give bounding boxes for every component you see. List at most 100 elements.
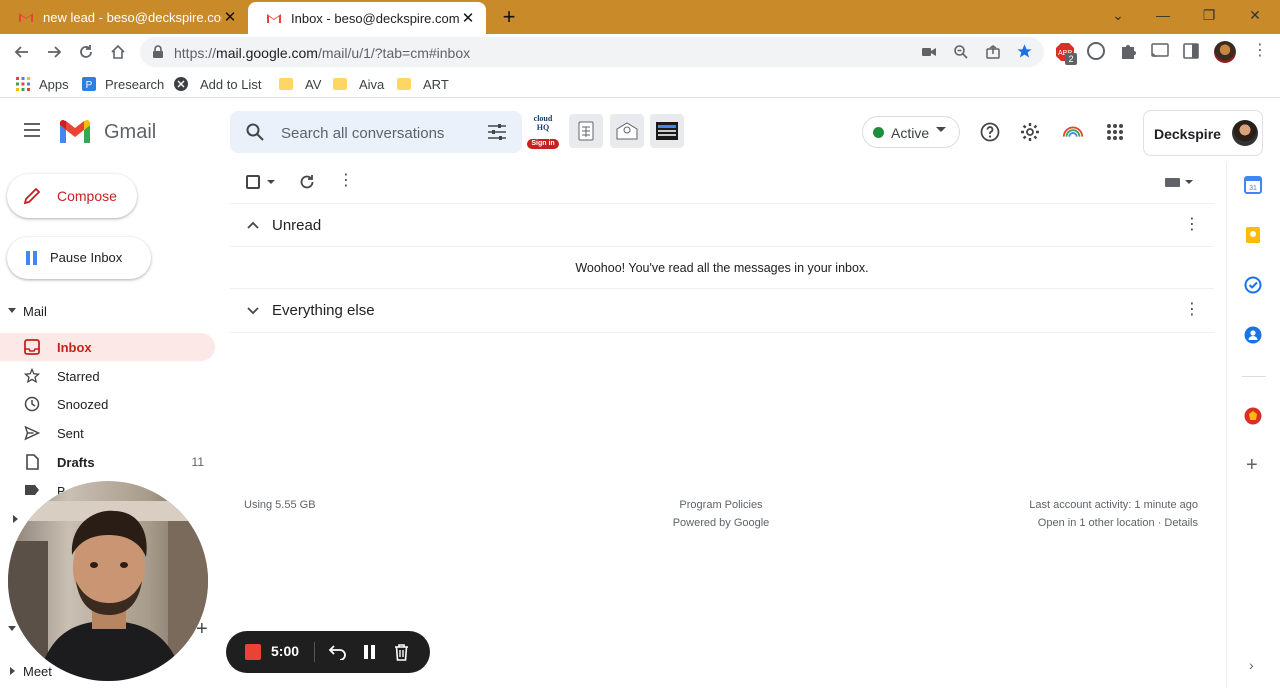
addon-icon[interactable] [1244,407,1264,427]
bookmark-av[interactable]: AV [279,75,321,93]
help-icon[interactable] [979,121,1001,143]
pause-recording-icon-bar[interactable] [371,645,375,659]
google-apps-icon[interactable] [1104,121,1126,143]
tab-close-icon[interactable]: ✕ [460,10,476,27]
pause-icon-bar [33,251,37,265]
tab-inbox[interactable]: Inbox - beso@deckspire.com - D ✕ [248,2,486,34]
section-options-icon[interactable]: ⋮ [1184,302,1200,318]
home-icon[interactable] [106,40,130,64]
contacts-icon[interactable] [1244,326,1264,346]
search-options-icon[interactable] [487,123,507,141]
drafts-count: 11 [191,455,204,469]
dashboard-extension-icon[interactable] [650,114,684,148]
select-all-checkbox[interactable] [246,175,260,189]
bookmark-apps[interactable]: Apps [15,75,69,93]
bookmark-presearch[interactable]: P Presearch [81,75,164,93]
tab-close-icon[interactable]: ✕ [222,9,238,26]
extensions-puzzle-icon[interactable] [1119,42,1137,60]
section-unread-header[interactable]: Unread ⋮ [230,203,1214,247]
search-icon[interactable] [246,123,264,141]
new-tab-button[interactable]: + [498,6,520,28]
add-addon-icon[interactable]: + [1246,455,1258,475]
tab-new-lead[interactable]: new lead - beso@deckspire.com ✕ [0,0,248,34]
svg-text:P: P [86,80,93,91]
back-icon[interactable] [10,40,34,64]
sheets-extension-icon[interactable] [569,114,603,148]
keyboard-dropdown-icon[interactable] [1185,180,1193,184]
browser-menu-icon[interactable]: ⋮ [1252,43,1268,59]
search-input[interactable]: Search all conversations [281,125,444,142]
delete-recording-icon[interactable] [394,643,409,661]
reload-icon[interactable] [74,40,98,64]
pause-recording-icon[interactable] [364,645,368,659]
bookmark-art[interactable]: ART [397,75,449,93]
cloudhq-extension[interactable]: cloud HQ Sign in [527,114,559,154]
powered-by-google: Powered by Google [672,517,770,529]
collapse-caret-icon[interactable] [8,626,16,631]
program-policies-link[interactable]: Program Policies [621,496,821,514]
search-bar[interactable]: Search all conversations [230,111,522,153]
adblock-extension-icon[interactable]: ABP 2 [1055,42,1077,65]
calendar-icon[interactable]: 31 [1244,176,1264,196]
mail-merge-extension-icon[interactable] [610,114,644,148]
expand-caret-icon[interactable] [13,515,18,523]
tasks-icon[interactable] [1244,276,1264,296]
account-avatar[interactable] [1232,120,1258,146]
sidebar-item-inbox[interactable]: Inbox [0,333,215,361]
activity-details-link[interactable]: Open in 1 other location · Details [898,514,1198,532]
share-icon[interactable] [985,44,1001,60]
camera-icon[interactable] [922,46,936,58]
chevron-right-icon[interactable]: › [1249,657,1254,673]
close-window-icon[interactable]: ✕ [1240,4,1270,26]
keep-icon[interactable] [1244,226,1264,246]
bookmark-aiva[interactable]: Aiva [333,75,384,93]
active-status-dot [873,127,884,138]
cloudhq-signin-badge[interactable]: Sign in [527,139,559,149]
sidebar-item-snoozed[interactable]: Snoozed [0,390,215,418]
cast-icon[interactable] [1151,43,1169,59]
restore-icon[interactable]: ❐ [1194,4,1224,26]
stop-recording-button[interactable] [245,644,261,660]
select-dropdown-icon[interactable] [267,180,275,184]
empty-inbox-message: Woohoo! You've read all the messages in … [575,261,869,275]
chevron-down-icon[interactable] [247,307,259,315]
compose-button[interactable]: Compose [7,174,137,218]
mail-section-header[interactable]: Mail [0,303,215,321]
bookmark-star-icon[interactable] [1016,43,1033,60]
section-everything-else-header[interactable]: Everything else ⋮ [230,289,1214,333]
bookmark-add-to-list[interactable]: Add to List [173,75,261,93]
sidebar-item-label: Sent [57,425,84,441]
more-actions-icon[interactable]: ⋮ [338,173,354,189]
refresh-icon[interactable] [299,174,315,190]
status-dropdown[interactable]: Active [862,116,960,148]
bookmark-label: ART [423,76,449,92]
browser-toolbar: https://mail.google.com/mail/u/1/?tab=cm… [0,34,1280,70]
main-menu-icon[interactable] [22,122,42,138]
zoom-icon[interactable] [953,44,969,60]
chat-extension-icon[interactable] [1087,42,1105,60]
sidebar-item-sent[interactable]: Sent [0,419,215,447]
minimize-icon[interactable]: — [1148,4,1178,26]
panel-divider [1242,376,1266,377]
chevron-up-icon[interactable] [247,221,259,229]
inbox-icon [24,339,40,355]
webcam-preview[interactable] [8,481,208,681]
rainbow-extension-icon[interactable] [1062,121,1084,143]
restart-icon[interactable] [329,644,347,660]
pause-inbox-button[interactable]: Pause Inbox [7,237,151,279]
section-options-icon[interactable]: ⋮ [1184,217,1200,233]
address-bar[interactable]: https://mail.google.com/mail/u/1/?tab=cm… [140,37,1044,67]
lock-icon[interactable] [152,45,164,59]
sidebar-item-drafts[interactable]: Drafts 11 [0,448,215,476]
side-panel-icon[interactable] [1183,43,1199,59]
sidebar-item-starred[interactable]: Starred [0,362,215,390]
keyboard-icon[interactable] [1165,178,1180,187]
tab-search-chevron-icon[interactable]: ⌄ [1103,4,1133,26]
settings-gear-icon[interactable] [1019,121,1041,143]
gmail-logo-icon[interactable] [58,119,92,145]
label-icon [25,485,39,495]
profile-avatar[interactable] [1214,41,1236,63]
forward-icon[interactable] [42,40,66,64]
account-switcher[interactable]: Deckspire [1143,110,1263,156]
apps-grid-icon [16,77,30,91]
